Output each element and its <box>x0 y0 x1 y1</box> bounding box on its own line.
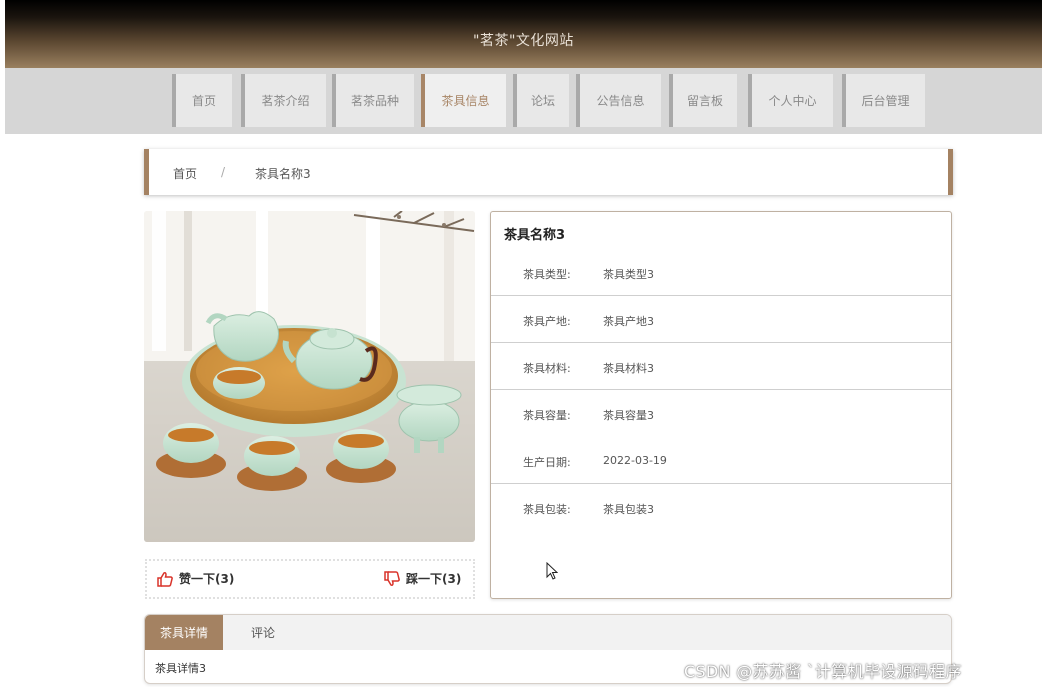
row-divider <box>491 295 951 296</box>
detail-value: 2022-03-19 <box>603 454 667 467</box>
detail-label: 茶具材料: <box>523 362 571 375</box>
detail-value: 茶具类型3 <box>603 268 654 281</box>
detail-label: 茶具包装: <box>523 503 571 516</box>
nav-item-personal-center[interactable]: 个人中心 <box>748 74 833 127</box>
detail-value: 茶具材料3 <box>603 362 654 375</box>
product-name: 茶具名称3 <box>504 228 566 243</box>
nav-item-home[interactable]: 首页 <box>172 74 232 127</box>
breadcrumb-separator: / <box>221 165 226 179</box>
tab-content: 茶具详情3 <box>155 662 206 675</box>
detail-label: 生产日期: <box>523 456 571 469</box>
tab-comments[interactable]: 评论 <box>233 615 293 650</box>
detail-label: 茶具类型: <box>523 268 571 281</box>
tab-teaware-details[interactable]: 茶具详情 <box>145 615 223 650</box>
thumbs-down-icon <box>384 570 400 586</box>
detail-label: 茶具产地: <box>523 315 571 328</box>
thumbs-up-icon <box>157 571 173 587</box>
product-image <box>144 211 475 542</box>
csdn-watermark: CSDN @苏苏酱 `计算机毕设源码程序 <box>684 662 962 681</box>
breadcrumb-current: 茶具名称3 <box>255 167 311 181</box>
detail-label: 茶具容量: <box>523 409 571 422</box>
row-divider <box>491 389 951 390</box>
mouse-cursor-icon <box>546 562 558 580</box>
nav-item-message-board[interactable]: 留言板 <box>669 74 737 127</box>
dislike-button[interactable]: 踩一下(3) <box>384 570 461 587</box>
row-divider <box>491 342 951 343</box>
like-label: 赞一下(3) <box>179 572 235 586</box>
breadcrumb-home-link[interactable]: 首页 <box>173 165 197 182</box>
vote-box: 赞一下(3) 踩一下(3) <box>145 559 475 599</box>
nav-item-teaware-info[interactable]: 茶具信息 <box>421 74 506 127</box>
teaware-photo <box>144 211 475 542</box>
tab-bar: 茶具详情 评论 <box>145 615 951 650</box>
nav-item-tea-varieties[interactable]: 茗茶品种 <box>332 74 414 127</box>
row-divider <box>491 483 951 484</box>
like-button[interactable]: 赞一下(3) <box>157 570 234 587</box>
nav-item-forum[interactable]: 论坛 <box>513 74 569 127</box>
detail-value: 茶具容量3 <box>603 409 654 422</box>
site-title: "茗茶"文化网站 <box>473 33 574 49</box>
nav-item-admin[interactable]: 后台管理 <box>842 74 925 127</box>
product-detail-panel: 茶具名称3 茶具类型: 茶具类型3 茶具产地: 茶具产地3 茶具材料: 茶具材料… <box>490 211 952 599</box>
site-header: "茗茶"文化网站 <box>5 0 1042 68</box>
main-navbar: 首页 茗茶介绍 茗茶品种 茶具信息 论坛 公告信息 留言板 个人中心 后台管理 <box>5 68 1042 134</box>
detail-value: 茶具包装3 <box>603 503 654 516</box>
dislike-label: 踩一下(3) <box>406 572 462 586</box>
nav-item-announcements[interactable]: 公告信息 <box>576 74 661 127</box>
nav-item-tea-intro[interactable]: 茗茶介绍 <box>241 74 326 127</box>
detail-value: 茶具产地3 <box>603 315 654 328</box>
breadcrumb: 首页 / 茶具名称3 <box>144 149 953 195</box>
